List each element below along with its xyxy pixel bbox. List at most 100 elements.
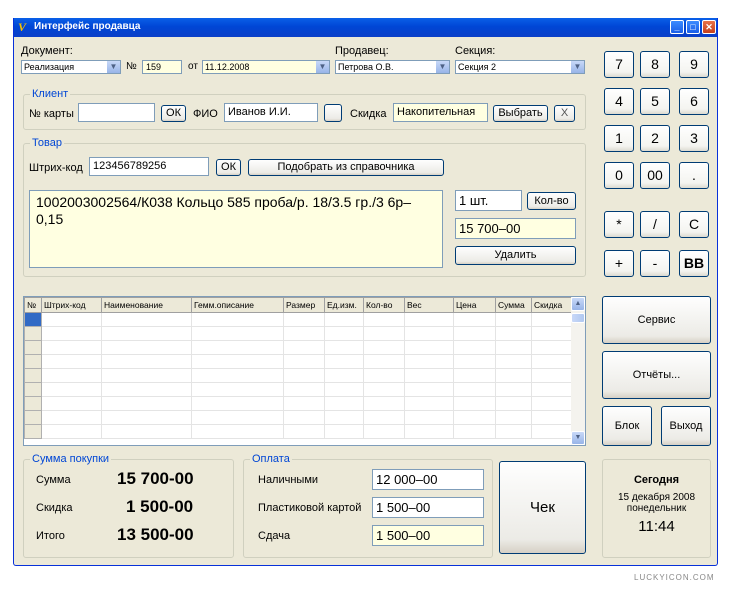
grid-cell[interactable] — [404, 410, 454, 425]
table-row[interactable] — [24, 312, 574, 327]
grid-cell[interactable] — [531, 382, 574, 397]
card-payment-input[interactable]: 1 500–00 — [372, 497, 484, 518]
grid-cell[interactable] — [101, 424, 192, 439]
quantity-field[interactable]: 1 шт. — [455, 190, 522, 211]
grid-cell[interactable] — [495, 410, 532, 425]
grid-cell[interactable] — [283, 312, 325, 327]
grid-cell[interactable] — [453, 340, 496, 355]
keypad-key[interactable]: 1 — [604, 125, 634, 152]
barcode-input[interactable]: 123456789256 — [89, 157, 209, 176]
grid-cell[interactable] — [495, 312, 532, 327]
grid-cell[interactable] — [101, 368, 192, 383]
grid-cell[interactable] — [283, 410, 325, 425]
cash-input[interactable]: 12 000–00 — [372, 469, 484, 490]
discount-type-field[interactable]: Накопительная — [393, 103, 488, 122]
grid-cell[interactable] — [531, 410, 574, 425]
grid-cell[interactable] — [41, 396, 102, 411]
grid-cell[interactable] — [453, 312, 496, 327]
grid-cell[interactable] — [363, 312, 405, 327]
keypad-key[interactable]: 7 — [604, 51, 634, 78]
client-checkbox-button[interactable] — [324, 104, 342, 122]
table-row[interactable] — [24, 396, 574, 411]
date-picker[interactable]: 11.12.2008 ▼ — [202, 60, 330, 74]
close-icon[interactable]: ✕ — [702, 20, 716, 34]
keypad-key[interactable]: 5 — [640, 88, 670, 115]
grid-cell[interactable] — [495, 424, 532, 439]
keypad-key[interactable]: 8 — [640, 51, 670, 78]
grid-cell[interactable] — [101, 396, 192, 411]
grid-cell[interactable] — [101, 340, 192, 355]
keypad-key[interactable]: C — [679, 211, 709, 238]
choose-client-button[interactable]: Выбрать — [493, 105, 548, 122]
grid-column-header[interactable]: Штрих-код — [41, 297, 102, 313]
keypad-key[interactable]: 3 — [679, 125, 709, 152]
delete-item-button[interactable]: Удалить — [455, 246, 576, 265]
grid-cell[interactable] — [191, 368, 284, 383]
grid-cell[interactable] — [191, 410, 284, 425]
grid-cell[interactable] — [404, 312, 454, 327]
title-bar[interactable]: V Интерфейс продавца _ □ ✕ — [14, 18, 717, 37]
grid-column-header[interactable]: Гемм.описание — [191, 297, 284, 313]
grid-column-header[interactable]: Наименование — [101, 297, 192, 313]
keypad-key[interactable]: 4 — [604, 88, 634, 115]
grid-cell[interactable] — [41, 354, 102, 369]
items-grid[interactable]: № Штрих-код Наименование Гемм.описание Разме… — [23, 296, 586, 446]
grid-cell[interactable] — [363, 396, 405, 411]
grid-cell[interactable] — [531, 354, 574, 369]
grid-cell[interactable] — [404, 424, 454, 439]
reports-button[interactable]: Отчёты... — [602, 351, 711, 399]
grid-column-header[interactable]: Ед.изм. — [324, 297, 364, 313]
grid-cell[interactable] — [363, 382, 405, 397]
grid-cell[interactable] — [283, 424, 325, 439]
grid-cell[interactable] — [191, 396, 284, 411]
keypad-key[interactable]: 0 — [604, 162, 634, 189]
fio-field[interactable]: Иванов И.И. — [224, 103, 318, 122]
quantity-button[interactable]: Кол-во — [527, 192, 576, 210]
keypad-key[interactable]: 9 — [679, 51, 709, 78]
check-button[interactable]: Чек — [499, 461, 586, 554]
grid-cell[interactable] — [101, 326, 192, 341]
table-row[interactable] — [24, 424, 574, 439]
keypad-key[interactable]: 2 — [640, 125, 670, 152]
grid-cell[interactable] — [283, 368, 325, 383]
grid-scrollbar[interactable]: ▲ ▼ — [571, 297, 585, 445]
grid-cell[interactable] — [453, 396, 496, 411]
grid-column-header[interactable]: Скидка — [531, 297, 574, 313]
grid-cell[interactable] — [324, 368, 364, 383]
grid-column-header[interactable]: Цена — [453, 297, 496, 313]
grid-cell[interactable] — [191, 312, 284, 327]
grid-cell[interactable] — [283, 354, 325, 369]
grid-column-header[interactable]: Размер — [283, 297, 325, 313]
grid-cell[interactable] — [41, 312, 102, 327]
grid-cell[interactable] — [191, 326, 284, 341]
grid-cell[interactable] — [495, 340, 532, 355]
grid-cell[interactable] — [531, 368, 574, 383]
grid-cell[interactable] — [531, 340, 574, 355]
grid-cell[interactable] — [363, 368, 405, 383]
keypad-key[interactable]: 00 — [640, 162, 670, 189]
table-row[interactable] — [24, 368, 574, 383]
grid-cell[interactable] — [495, 326, 532, 341]
section-select[interactable]: Секция 2 ▼ — [455, 60, 585, 74]
grid-cell[interactable] — [531, 424, 574, 439]
grid-column-header[interactable]: Вес — [404, 297, 454, 313]
scroll-down-icon[interactable]: ▼ — [571, 431, 585, 445]
grid-cell[interactable] — [24, 340, 42, 355]
grid-cell[interactable] — [191, 382, 284, 397]
keypad-key[interactable]: - — [640, 250, 670, 277]
grid-cell[interactable] — [41, 326, 102, 341]
grid-cell[interactable] — [324, 424, 364, 439]
grid-cell[interactable] — [24, 410, 42, 425]
grid-cell[interactable] — [495, 382, 532, 397]
grid-cell[interactable] — [101, 410, 192, 425]
minimize-icon[interactable]: _ — [670, 20, 684, 34]
grid-cell[interactable] — [363, 326, 405, 341]
keypad-key[interactable]: . — [679, 162, 709, 189]
grid-cell[interactable] — [324, 382, 364, 397]
grid-cell[interactable] — [191, 424, 284, 439]
grid-cell[interactable] — [324, 312, 364, 327]
grid-column-header[interactable]: Сумма — [495, 297, 532, 313]
grid-cell[interactable] — [324, 340, 364, 355]
grid-cell[interactable] — [495, 354, 532, 369]
grid-cell[interactable] — [283, 340, 325, 355]
